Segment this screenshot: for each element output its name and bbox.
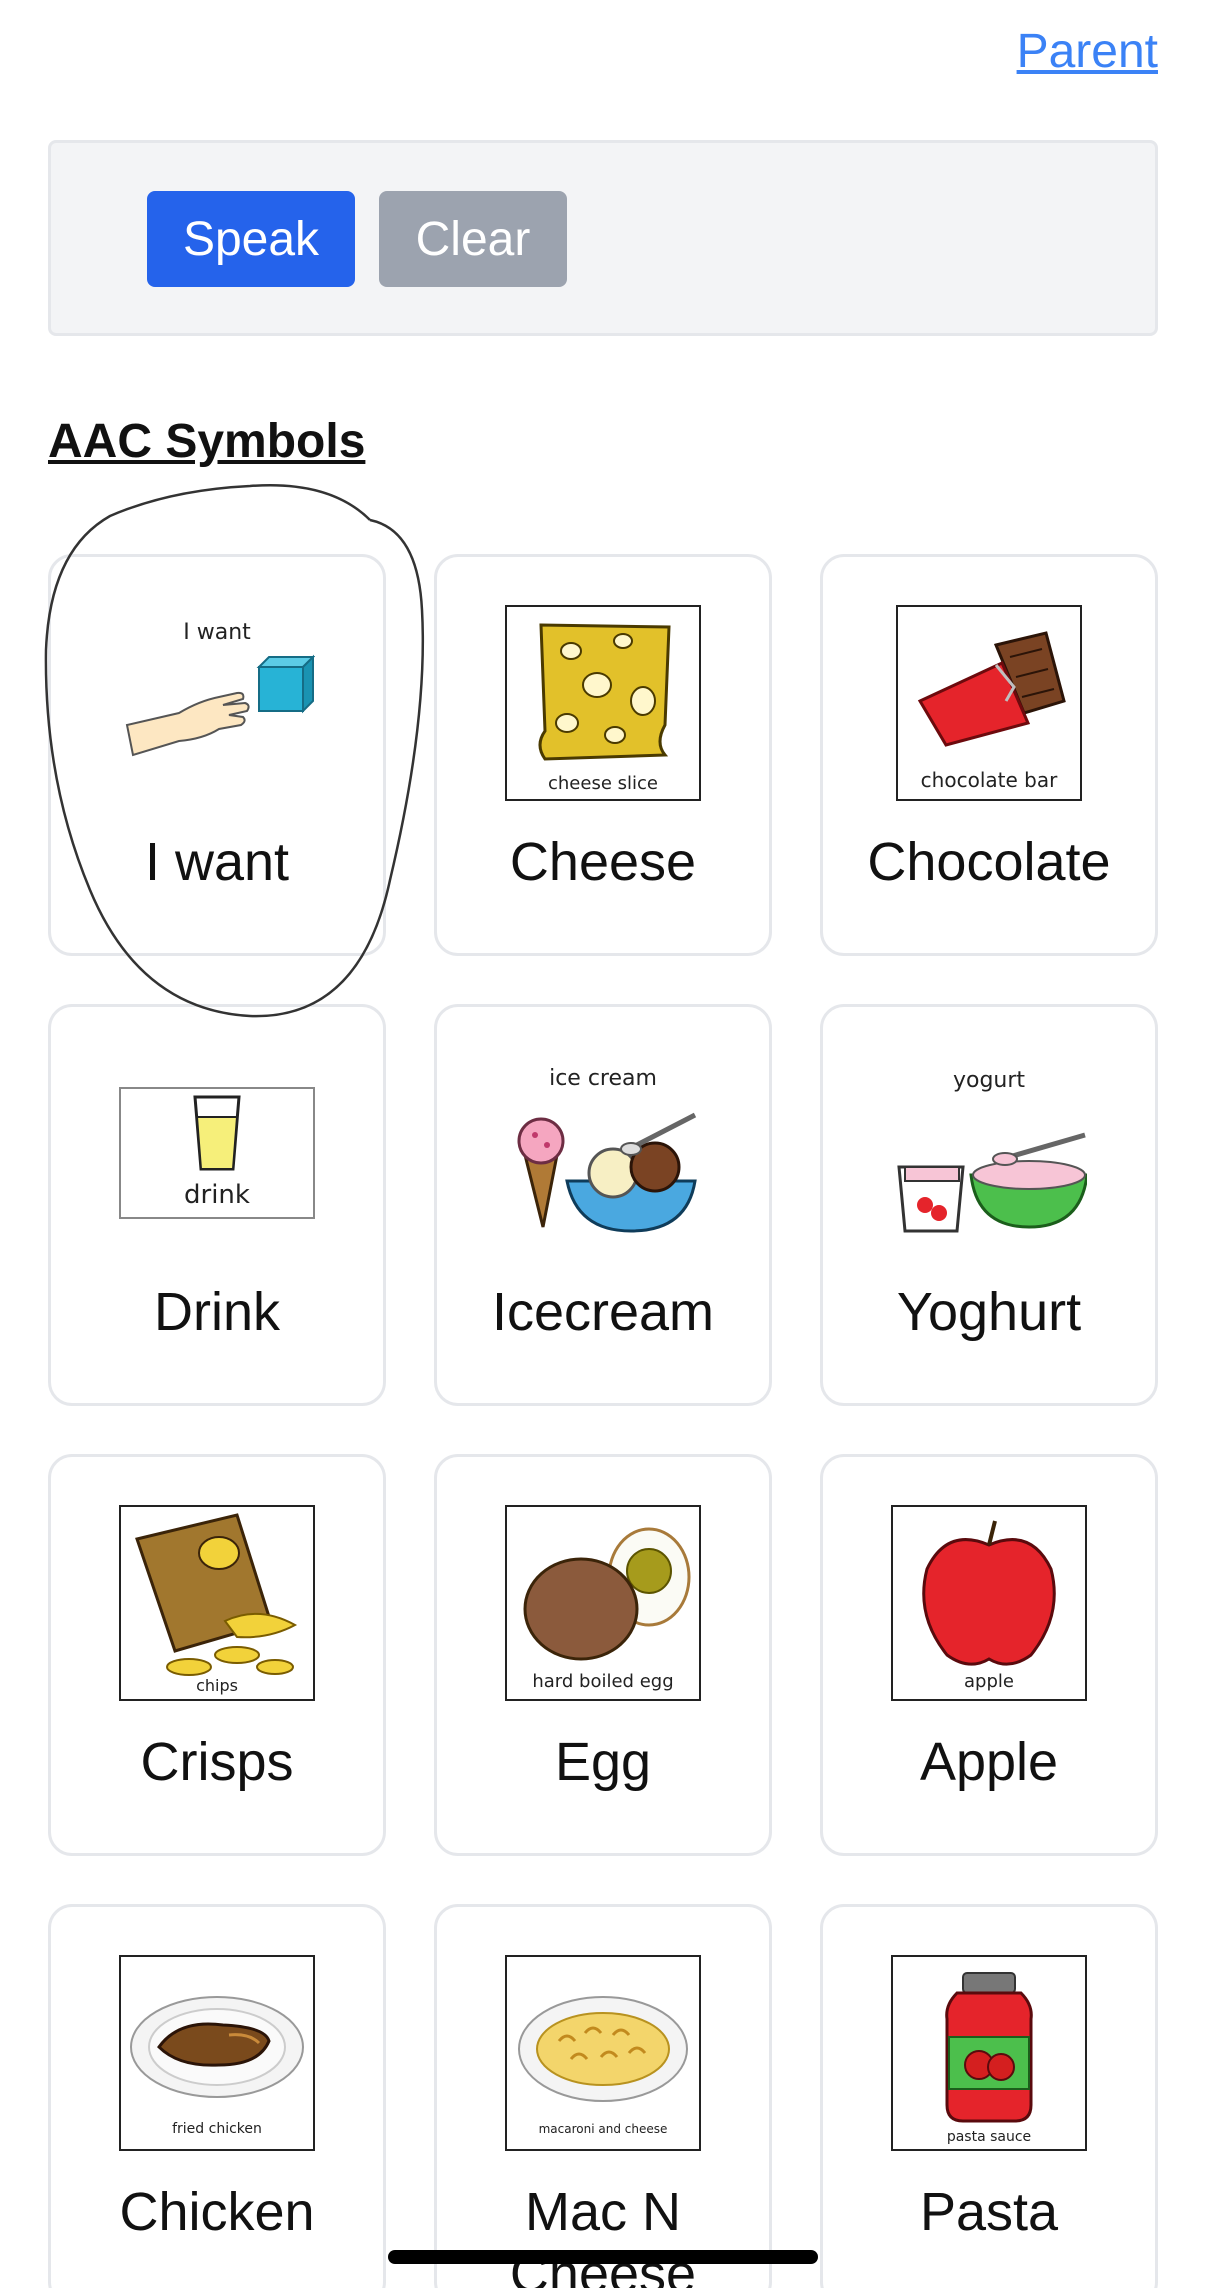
drink-glass-icon: drink xyxy=(119,1055,315,1251)
symbol-caption: pasta sauce xyxy=(947,2129,1031,2145)
mac-cheese-plate-icon: macaroni and cheese xyxy=(505,1955,701,2151)
symbol-caption: chocolate bar xyxy=(921,768,1058,792)
symbol-caption: chips xyxy=(196,1676,238,1695)
apple-icon: apple xyxy=(891,1505,1087,1701)
symbol-caption: yogurt xyxy=(953,1068,1025,1093)
symbol-label: Apple xyxy=(919,1732,1059,1792)
ice-cream-icon: ice cream xyxy=(505,1055,701,1251)
symbol-card-crisps[interactable]: chips Crisps xyxy=(48,1454,386,1856)
symbol-label: Egg xyxy=(554,1732,652,1792)
symbol-label: Yoghurt xyxy=(896,1282,1082,1342)
chips-bag-icon: chips xyxy=(119,1505,315,1701)
aac-app: Parent Speak Clear AAC Symbols I want I … xyxy=(0,0,1206,2288)
symbol-caption: fried chicken xyxy=(172,2121,262,2137)
symbol-label: Chicken xyxy=(119,2182,315,2242)
symbol-card-cheese[interactable]: cheese slice Cheese xyxy=(434,554,772,956)
symbol-card-chocolate[interactable]: chocolate bar Chocolate xyxy=(820,554,1158,956)
pasta-sauce-jar-icon: pasta sauce xyxy=(891,1955,1087,2151)
symbol-grid: I want I want cheese slice Cheese chocol… xyxy=(48,554,1158,2288)
symbol-caption: cheese slice xyxy=(548,773,658,794)
symbol-label: I want xyxy=(144,832,290,892)
symbol-label: Cheese xyxy=(509,832,697,892)
symbol-card-mac-n-cheese[interactable]: macaroni and cheese Mac N Cheese xyxy=(434,1904,772,2288)
symbol-card-i-want[interactable]: I want I want xyxy=(48,554,386,956)
symbol-caption: drink xyxy=(184,1180,250,1210)
symbol-card-yoghurt[interactable]: yogurt Yoghurt xyxy=(820,1004,1158,1406)
section-title: AAC Symbols xyxy=(48,415,366,468)
symbol-card-pasta[interactable]: pasta sauce Pasta xyxy=(820,1904,1158,2288)
yogurt-icon: yogurt xyxy=(891,1055,1087,1251)
symbol-label: Chocolate xyxy=(867,832,1111,892)
symbol-caption: hard boiled egg xyxy=(532,1671,673,1692)
hand-reaching-cube-icon: I want xyxy=(119,605,315,801)
cheese-icon: cheese slice xyxy=(505,605,701,801)
symbol-caption: macaroni and cheese xyxy=(539,2122,668,2136)
sentence-bar: Speak Clear xyxy=(48,140,1158,336)
symbol-label: Crisps xyxy=(140,1732,294,1792)
symbol-label: Icecream xyxy=(491,1282,715,1342)
symbol-caption: I want xyxy=(183,620,251,645)
chicken-plate-icon: fried chicken xyxy=(119,1955,315,2151)
parent-link[interactable]: Parent xyxy=(1017,24,1158,79)
home-indicator xyxy=(388,2250,818,2264)
symbol-label: Mac N Cheese xyxy=(509,2182,697,2288)
symbol-label: Drink xyxy=(153,1282,280,1342)
egg-icon: hard boiled egg xyxy=(505,1505,701,1701)
symbol-card-egg[interactable]: hard boiled egg Egg xyxy=(434,1454,772,1856)
symbol-label: Pasta xyxy=(919,2182,1059,2242)
symbol-card-drink[interactable]: drink Drink xyxy=(48,1004,386,1406)
symbol-card-icecream[interactable]: ice cream Icecream xyxy=(434,1004,772,1406)
symbol-caption: apple xyxy=(964,1671,1014,1692)
clear-button[interactable]: Clear xyxy=(379,191,567,287)
symbol-caption: ice cream xyxy=(549,1066,657,1091)
speak-button[interactable]: Speak xyxy=(147,191,355,287)
chocolate-icon: chocolate bar xyxy=(891,605,1087,801)
symbol-card-chicken[interactable]: fried chicken Chicken xyxy=(48,1904,386,2288)
symbol-card-apple[interactable]: apple Apple xyxy=(820,1454,1158,1856)
